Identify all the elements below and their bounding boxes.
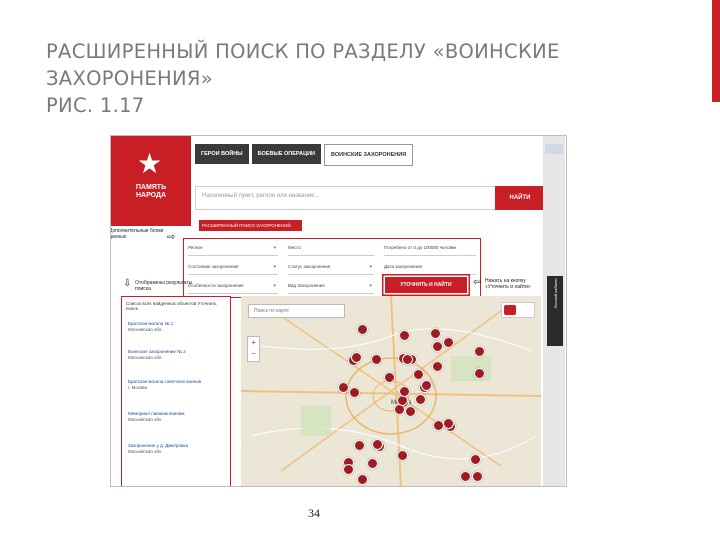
map-marker[interactable]: [471, 471, 483, 483]
filter-buried-count[interactable]: Погребено от 0 до 100000 человек: [384, 241, 476, 256]
filter-condition[interactable]: Состояние захоронения ▾: [188, 260, 278, 275]
title-line-2: ЗАХОРОНЕНИЯ»: [46, 67, 213, 90]
filter-place[interactable]: Место: [288, 241, 374, 256]
advanced-search-toggle[interactable]: РАСШИРЕННЫЙ ПОИСК ЗАХОРОНЕНИЙ: [199, 220, 302, 231]
slide-title: РАСШИРЕННЫЙ ПОИСК ПО РАЗДЕЛУ «ВОИНСКИЕ З…: [46, 38, 646, 119]
list-item[interactable]: Воинское захоронение № 2 Московская обл.: [128, 349, 224, 360]
side-panel: Личный кабинет: [543, 136, 565, 486]
list-item[interactable]: Братская могила советских воинов г. Москв…: [128, 379, 224, 390]
arrow-left-icon: ⇦: [473, 277, 482, 288]
annotation-press-refine: Нажать на кнопку «Уточнить и найти»: [485, 278, 531, 290]
map-tools[interactable]: [501, 302, 535, 318]
map-marker[interactable]: [398, 386, 410, 398]
arrow-right-icon: ⇨: [167, 232, 176, 243]
title-line-1: РАСШИРЕННЫЙ ПОИСК ПО РАЗДЕЛУ «ВОИНСКИЕ: [46, 40, 560, 63]
map-marker[interactable]: [396, 450, 408, 462]
map-marker[interactable]: [396, 395, 408, 407]
brand-logo[interactable]: ★ ПАМЯТЬ НАРОДА: [111, 136, 191, 226]
find-button[interactable]: НАЙТИ: [495, 186, 545, 210]
filter-date[interactable]: Дата захоронения: [384, 260, 476, 275]
map-marker[interactable]: [354, 439, 365, 451]
results-header: Список всех найденных объектов Уточнить …: [126, 301, 217, 311]
map-roads: [241, 296, 541, 486]
page-number: 34: [308, 506, 320, 520]
map-marker[interactable]: [404, 405, 416, 417]
filter-type[interactable]: Вид Захоронения ▾: [288, 279, 374, 294]
map-marker[interactable]: [401, 353, 413, 365]
map-marker[interactable]: [429, 328, 441, 340]
account-panel[interactable]: Личный кабинет: [547, 276, 563, 346]
list-item[interactable]: Братская могила № 1 Московская обл.: [128, 321, 224, 332]
map-marker[interactable]: [366, 457, 378, 469]
map-marker[interactable]: [398, 330, 410, 342]
map-marker[interactable]: [342, 464, 354, 476]
burials-map[interactable]: Поиск по карте +− Москва: [241, 296, 541, 486]
annotation-shown-results: Отображены результаты поиска: [135, 280, 193, 292]
title-line-3: РИС. 1.17: [46, 94, 145, 117]
map-marker[interactable]: [459, 470, 471, 482]
map-search-input[interactable]: Поиск по карте: [248, 304, 345, 318]
list-item[interactable]: Захоронение у д. Дмитровка Московская обл…: [128, 443, 224, 454]
arrow-down-icon: ⇩: [123, 278, 132, 289]
tab-heroes[interactable]: ГЕРОИ ВОЙНЫ: [195, 144, 249, 164]
refine-search-button[interactable]: УТОЧНИТЬ И НАЙТИ: [385, 277, 467, 293]
panel-tab[interactable]: [545, 144, 563, 154]
list-item[interactable]: Мемориал павшим воинам Московская обл.: [128, 411, 224, 422]
map-marker[interactable]: [383, 372, 395, 383]
brand-name-line-2: НАРОДА: [135, 192, 167, 199]
map-marker[interactable]: [413, 368, 425, 380]
map-marker[interactable]: [431, 360, 443, 372]
accent-bar: [712, 0, 720, 102]
map-marker[interactable]: [442, 337, 454, 349]
search-placeholder: Населенный пункт, регион или название...: [202, 193, 320, 199]
filter-status[interactable]: Статус захоронения ▾: [288, 260, 374, 275]
results-list: Список всех найденных объектов Уточнить …: [121, 296, 231, 486]
website-screenshot: ★ ПАМЯТЬ НАРОДА ГЕРОИ ВОЙНЫ БОЕВЫЕ ОПЕРА…: [110, 135, 567, 487]
top-navigation: ГЕРОИ ВОЙНЫ БОЕВЫЕ ОПЕРАЦИИ ВОИНСКИЕ ЗАХ…: [195, 144, 414, 166]
location-icon[interactable]: [504, 305, 516, 315]
brand-name-line-1: ПАМЯТЬ: [135, 184, 167, 191]
search-input[interactable]: Населенный пункт, регион или название...: [195, 186, 497, 210]
filter-region[interactable]: Регион ▾: [188, 241, 278, 256]
filter-features[interactable]: Особенности захоронения ▾: [188, 279, 278, 294]
tab-burials[interactable]: ВОИНСКИЕ ЗАХОРОНЕНИЯ: [324, 144, 414, 166]
zoom-control[interactable]: + −: [247, 336, 260, 362]
map-marker[interactable]: [371, 438, 383, 450]
map-marker[interactable]: [470, 453, 481, 465]
map-marker[interactable]: [356, 473, 368, 485]
annotation-extra-fields: Дополнительные блоки данных: [110, 228, 164, 240]
map-marker[interactable]: [370, 353, 382, 365]
tab-operations[interactable]: БОЕВЫЕ ОПЕРАЦИИ: [251, 144, 322, 164]
star-icon: ★: [137, 148, 163, 179]
